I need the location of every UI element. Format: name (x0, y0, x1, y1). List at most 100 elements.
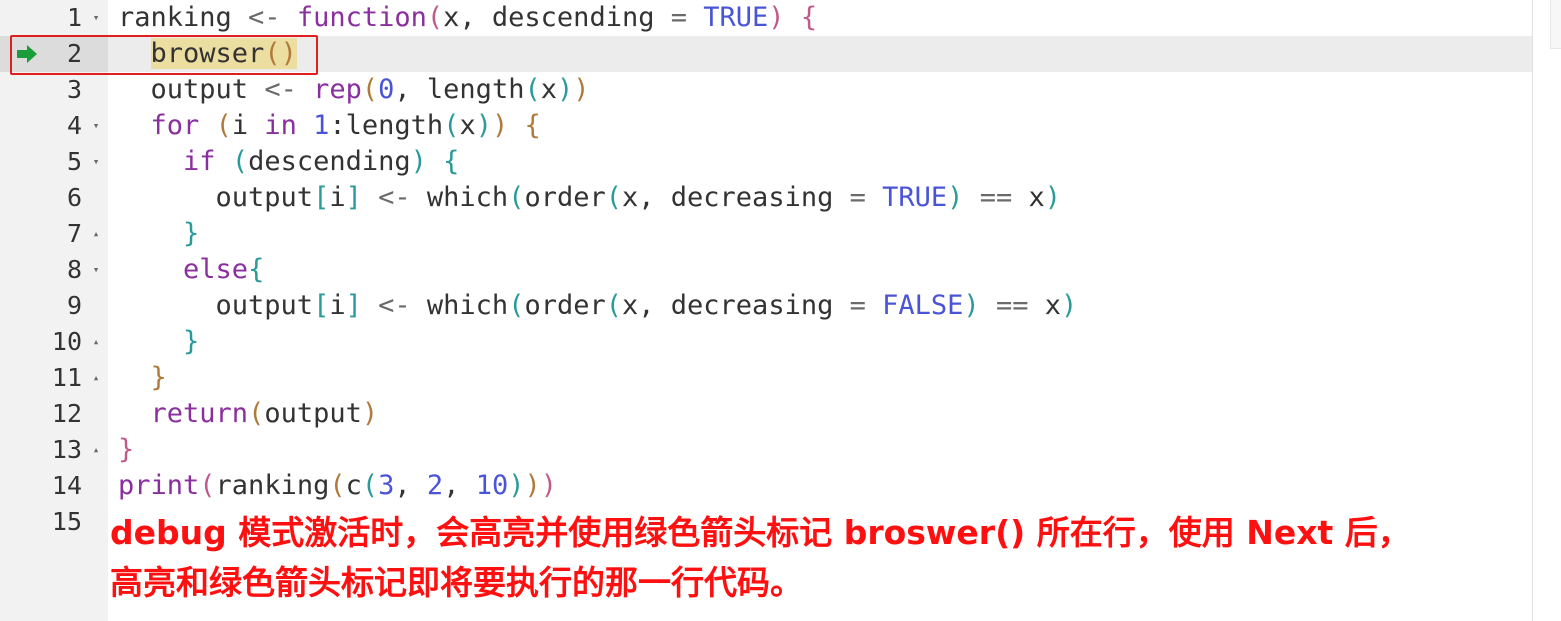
code-text[interactable]: print(ranking(c(3, 2, 10))) (118, 468, 557, 504)
code-token: <- (248, 2, 281, 33)
code-line[interactable]: 12 return(output) (0, 396, 1532, 432)
code-token: descending (248, 146, 411, 177)
code-line[interactable]: 14 print(ranking(c(3, 2, 10))) (0, 468, 1532, 504)
code-token: ( (443, 110, 460, 141)
line-number: 4 (66, 111, 82, 140)
code-line[interactable]: 7 ▴ } (0, 216, 1532, 252)
code-token: x, decreasing (622, 182, 850, 213)
code-text[interactable]: return(output) (118, 396, 379, 432)
code-token: which (410, 182, 509, 213)
code-text[interactable]: output[i] <- which(order(x, decreasing =… (118, 288, 1078, 324)
code-line[interactable]: 3 output <- rep(0, length(x)) (0, 72, 1532, 108)
code-token: <- (378, 182, 411, 213)
code-token: x (540, 74, 557, 105)
code-token: ) (524, 470, 541, 501)
code-token: FALSE (882, 290, 964, 321)
line-number: 11 (51, 363, 82, 392)
code-token: ) (963, 290, 980, 321)
code-token: else (183, 254, 249, 285)
code-text[interactable]: else{ (118, 252, 264, 288)
code-text[interactable]: } (118, 216, 199, 252)
line-number: 14 (51, 471, 82, 500)
code-line[interactable]: 9 output[i] <- which(order(x, decreasing… (0, 288, 1532, 324)
code-token: TRUE (882, 182, 948, 213)
code-token: ( (605, 290, 623, 321)
fold-down-icon[interactable]: ▾ (88, 144, 104, 180)
code-token: , (443, 470, 476, 501)
code-token: rep (313, 74, 362, 105)
code-token: ) (1060, 290, 1078, 321)
code-token: output (118, 182, 314, 213)
code-token: ranking (118, 2, 249, 33)
code-token: ) (475, 110, 492, 141)
code-text[interactable]: for (i in 1:length(x)) { (118, 108, 541, 144)
code-token: order (524, 182, 606, 213)
fold-down-icon[interactable]: ▾ (88, 108, 104, 144)
code-token: ( (508, 290, 525, 321)
code-token: :length (329, 110, 444, 141)
annotation-note: debug 模式激活时，会高亮并使用绿色箭头标记 broswer() 所在行，使… (110, 508, 1530, 608)
code-token: ( (215, 110, 232, 141)
code-token: == (979, 182, 1013, 213)
code-token: x, descending (443, 2, 671, 33)
code-line[interactable]: 5 ▾ if (descending) { (0, 144, 1532, 180)
code-text[interactable]: output[i] <- which(order(x, decreasing =… (118, 180, 1061, 216)
code-line[interactable]: 1 ▾ ranking <- function(x, descending = TR… (0, 0, 1532, 36)
code-line[interactable]: 11 ▴ } (0, 360, 1532, 396)
code-editor[interactable]: 1 ▾ ranking <- function(x, descending = TR… (0, 0, 1561, 621)
code-token: ] (345, 182, 362, 213)
fold-down-icon[interactable]: ▾ (88, 252, 104, 288)
code-token: ( (329, 470, 346, 501)
code-line[interactable]: 6 output[i] <- which(order(x, decreasing… (0, 180, 1532, 216)
code-token: [ (313, 290, 330, 321)
code-line[interactable]: 4 ▾ for (i in 1:length(x)) { (0, 108, 1532, 144)
code-text[interactable]: output <- rep(0, length(x)) (118, 72, 590, 108)
code-text[interactable]: } (118, 324, 199, 360)
line-number: 12 (51, 399, 82, 428)
code-token: for (150, 110, 200, 141)
fold-up-icon[interactable]: ▴ (88, 324, 104, 360)
code-line[interactable]: 10 ▴ } (0, 324, 1532, 360)
code-token: ( (231, 146, 249, 177)
vertical-scrollbar[interactable] (1532, 0, 1561, 621)
scrollbar-thumb[interactable] (1550, 0, 1561, 49)
line-number: 13 (51, 435, 82, 464)
code-text[interactable]: } (118, 360, 167, 396)
line-number: 15 (51, 507, 82, 536)
line-number: 5 (66, 147, 82, 176)
code-token: ) (361, 398, 379, 429)
code-token: ( (248, 398, 265, 429)
fold-up-icon[interactable]: ▴ (88, 360, 104, 396)
fold-down-icon[interactable]: ▾ (88, 0, 104, 36)
code-token: ) (491, 110, 509, 141)
code-line[interactable]: 13 ▴} (0, 432, 1532, 468)
fold-up-icon[interactable]: ▴ (88, 432, 104, 468)
code-token: x (1012, 182, 1045, 213)
code-token: function (296, 2, 427, 33)
code-token: ( (361, 74, 379, 105)
code-token: 1 (313, 110, 330, 141)
code-token: { (248, 254, 265, 285)
code-token: ( (605, 182, 623, 213)
code-token: ranking (215, 470, 330, 501)
code-token: ( (426, 2, 444, 33)
code-token: { (524, 110, 541, 141)
code-token: ( (508, 182, 525, 213)
code-line[interactable]: 8 ▾ else{ (0, 252, 1532, 288)
code-token: == (995, 290, 1029, 321)
code-text[interactable]: ranking <- function(x, descending = TRUE… (118, 0, 817, 36)
code-text[interactable]: } (118, 432, 134, 468)
fold-up-icon[interactable]: ▴ (88, 216, 104, 252)
code-token: ) (410, 146, 427, 177)
code-text[interactable]: if (descending) { (118, 144, 459, 180)
code-token: ) (540, 470, 558, 501)
code-token: = (849, 182, 866, 213)
